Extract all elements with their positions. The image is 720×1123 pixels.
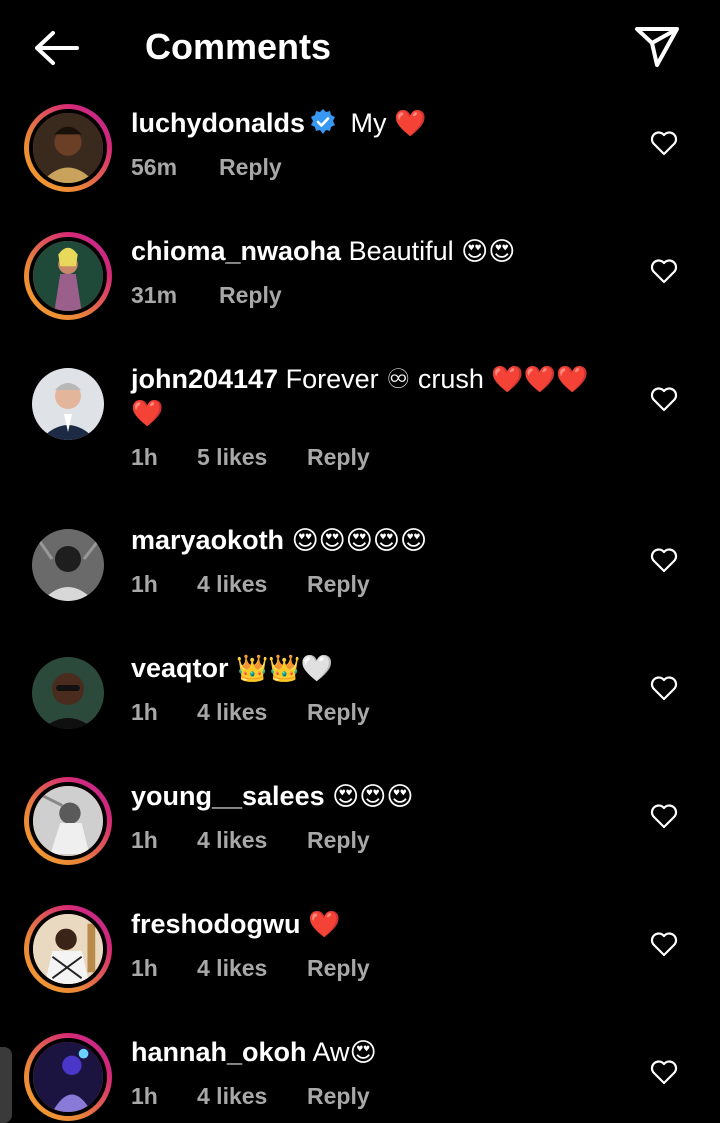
comment-username[interactable]: freshodogwu (131, 909, 301, 939)
verified-badge-icon (309, 108, 337, 144)
share-button[interactable] (630, 20, 684, 72)
avatar[interactable] (24, 905, 112, 993)
like-heart-icon[interactable] (650, 803, 678, 829)
comment-emoji: 👑👑🤍 (236, 653, 334, 683)
reply-button[interactable]: Reply (307, 825, 370, 855)
comment-likes[interactable]: 4 likes (197, 825, 307, 855)
comment-username[interactable]: young__salees (131, 781, 325, 811)
comment-time: 1h (131, 1083, 158, 1109)
comment-time: 1h (131, 444, 158, 470)
comment-likes[interactable]: 4 likes (197, 569, 307, 599)
comment-username[interactable]: veaqtor (131, 653, 229, 683)
comment-likes[interactable]: 4 likes (197, 953, 307, 983)
paper-plane-icon (635, 27, 679, 67)
comment-emoji: 😍😍😍 (332, 781, 414, 811)
avatar[interactable] (24, 1033, 112, 1121)
comment-emoji: ❤️ (394, 108, 427, 138)
reply-button[interactable]: Reply (307, 442, 370, 472)
page-title: Comments (145, 26, 332, 67)
comment-time: 1h (131, 571, 158, 597)
top-bar: Comments (0, 0, 720, 92)
comment-username[interactable]: maryaokoth (131, 525, 284, 555)
like-heart-icon[interactable] (650, 258, 678, 284)
comment-emoji: 😍 (349, 1037, 377, 1067)
avatar[interactable] (24, 649, 112, 737)
avatar[interactable] (24, 104, 112, 192)
like-heart-icon[interactable] (650, 931, 678, 957)
like-heart-icon[interactable] (650, 1059, 678, 1085)
avatar[interactable] (24, 521, 112, 609)
reply-button[interactable]: Reply (307, 1081, 370, 1111)
comment-emoji: ❤️ (308, 909, 341, 939)
comment-username[interactable]: luchydonalds (131, 108, 305, 138)
comment-emoji: 😍😍😍😍😍 (291, 525, 428, 555)
like-heart-icon[interactable] (650, 386, 678, 412)
reply-button[interactable]: Reply (219, 280, 282, 310)
avatar[interactable] (24, 360, 112, 448)
avatar[interactable] (24, 232, 112, 320)
comment-text: Aw (312, 1037, 350, 1067)
comment-likes[interactable]: 4 likes (197, 1081, 307, 1111)
reply-button[interactable]: Reply (219, 152, 282, 182)
comment-text: Beautiful (348, 236, 454, 266)
comment-likes[interactable]: 5 likes (197, 442, 307, 472)
reply-button[interactable]: Reply (307, 697, 370, 727)
avatar[interactable] (24, 777, 112, 865)
arrow-left-icon (35, 31, 79, 65)
reply-button[interactable]: Reply (307, 953, 370, 983)
like-heart-icon[interactable] (650, 547, 678, 573)
comment-username[interactable]: hannah_okoh (131, 1037, 307, 1067)
comment-emoji: 😍😍 (461, 236, 516, 266)
comment-time: 56m (131, 154, 178, 180)
comment-time: 1h (131, 827, 158, 853)
comment-text: Forever ♾ crush (285, 364, 484, 394)
reply-button[interactable]: Reply (307, 569, 370, 599)
comment-time: 1h (131, 955, 158, 981)
comment-time: 1h (131, 699, 158, 725)
comment-time: 31m (131, 282, 178, 308)
comment-text: My (350, 108, 387, 138)
edge-panel-handle[interactable] (0, 1047, 12, 1123)
like-heart-icon[interactable] (650, 675, 678, 701)
comment-username[interactable]: john204147 (131, 364, 278, 394)
back-button[interactable] (30, 24, 82, 72)
comment-likes[interactable]: 4 likes (197, 697, 307, 727)
comment-username[interactable]: chioma_nwaoha (131, 236, 341, 266)
like-heart-icon[interactable] (650, 130, 678, 156)
